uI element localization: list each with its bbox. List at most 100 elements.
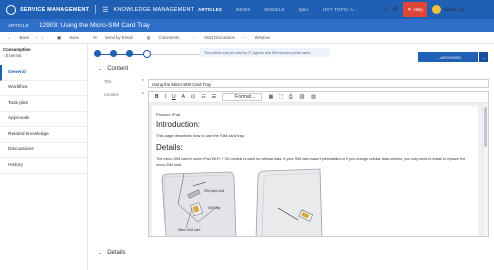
workflow-step[interactable] — [126, 50, 133, 57]
format-label: Format — [235, 94, 251, 100]
nav-qa[interactable]: Q&A — [299, 7, 309, 12]
record-toolbar: ← Back ‹ › ▣ Save ✉ Send by Email ◍ Comm… — [0, 32, 494, 44]
source-icon[interactable]: ⎙ — [289, 94, 293, 100]
picture-icon[interactable]: ▨ — [311, 94, 316, 100]
intro-text: This page describes how to use the SIM c… — [156, 133, 245, 138]
phase-action: → ARCHIVED ⌄ — [418, 52, 488, 62]
section-nav-task-plan[interactable]: Task plan — [0, 96, 87, 112]
sub-category[interactable]: › External — [3, 53, 21, 58]
record-title: 12903: Using the Micro-SIM Card Tray — [39, 22, 150, 29]
section-nav: General Workflow Task plan Approvals Rel… — [0, 65, 87, 174]
more-button[interactable]: ⋯ Window — [242, 35, 270, 41]
close-icon: ✕ — [407, 6, 412, 13]
fullscreen-icon[interactable]: ⛶ — [279, 94, 283, 100]
back-button[interactable]: ← Back — [7, 35, 29, 40]
send-email-button[interactable]: ✉ Send by Email — [86, 35, 133, 41]
comments-label: Comments — [158, 34, 180, 40]
nav-articles[interactable]: ARTICLES — [198, 7, 222, 12]
section-nav-general[interactable]: General — [0, 65, 87, 81]
intro-heading: Introduction: — [156, 120, 201, 129]
section-nav-discussions[interactable]: Discussions — [0, 143, 87, 158]
more-label: Window — [254, 34, 270, 40]
category: Consumption — [3, 47, 31, 52]
progress-fill — [96, 53, 144, 55]
image-icon[interactable]: ⊡ — [191, 94, 195, 100]
section-nav-approvals[interactable]: Approvals — [0, 112, 87, 127]
diagram-label-micro-sim: Micro-SIM card — [178, 228, 201, 232]
content-section-label: Content — [107, 66, 129, 72]
section-nav-related-knowledge[interactable]: Related knowledge — [0, 127, 87, 143]
archived-button[interactable]: → ARCHIVED — [418, 52, 478, 62]
product-line: Product: iPad — [156, 112, 181, 117]
section-nav-workflow[interactable]: Workflow — [0, 81, 87, 96]
workflow-step-current[interactable] — [143, 49, 151, 58]
workflow-step[interactable] — [110, 50, 117, 57]
save-label: Save — [69, 34, 79, 40]
content-editor[interactable]: B I U A ⊡ ☷ ☰ Format ⌄ ▦ ⛶ ⎙ ⛓ ▨ Product… — [148, 91, 489, 237]
details-section-header[interactable]: ⌄ Details — [98, 248, 126, 258]
chevron-down-icon: ⌄ — [468, 6, 473, 12]
help-label: Help — [413, 7, 423, 12]
article-page[interactable]: Product: iPad Introduction: This page de… — [152, 106, 478, 236]
archived-label: ARCHIVED — [440, 54, 461, 60]
search-icon[interactable]: ⌕ — [384, 6, 387, 13]
chevron-down-icon: ⌄ — [98, 250, 103, 256]
next-icon[interactable]: › — [42, 35, 43, 40]
start-discussion-label: Start Discussion — [204, 35, 236, 40]
start-discussion-button[interactable]: ◌ Start Discussion — [186, 35, 235, 40]
left-panel: Consumption › External General Workflow … — [0, 44, 88, 270]
editor-body[interactable]: Product: iPad Introduction: This page de… — [149, 103, 482, 236]
scrollbar-thumb[interactable] — [484, 107, 487, 147]
nav-models[interactable]: MODELS — [264, 7, 284, 12]
table-icon[interactable]: ▦ — [268, 94, 273, 100]
editor-scrollbar[interactable] — [482, 103, 488, 236]
italic-button[interactable]: I — [165, 94, 166, 100]
details-heading: Details: — [156, 143, 183, 152]
menu-icon[interactable]: ☰ — [102, 6, 108, 14]
send-email-label: Send by Email — [104, 34, 133, 40]
record-title-bar: ARTICLE 12903: Using the Micro-SIM Card … — [0, 19, 494, 32]
content-section-header[interactable]: ⌄ Content — [98, 64, 128, 74]
title-field[interactable]: Using the Micro-SIM Card Tray — [148, 79, 489, 88]
nav-news[interactable]: NEWS — [236, 7, 250, 12]
user-name: Baker, Joe — [444, 7, 466, 12]
chevron-down-icon[interactable]: ⌄ — [479, 52, 488, 62]
help-button[interactable]: ✕ Help — [403, 2, 427, 17]
diagram-label-eject-tool: SIM-eject tool — [204, 189, 225, 193]
back-label: Back — [19, 35, 30, 40]
font-color-icon[interactable]: A — [182, 94, 185, 100]
title-label: Title — [104, 79, 112, 84]
required-marker: * — [142, 79, 144, 85]
save-icon: ▣ — [56, 34, 61, 40]
workflow-step[interactable] — [94, 50, 101, 57]
app-logo-icon[interactable] — [6, 4, 16, 15]
content-label: Content — [104, 92, 119, 97]
nav-hot-topic[interactable]: HOT TOPIC A... — [323, 7, 358, 12]
avatar — [432, 5, 441, 14]
format-dropdown[interactable]: Format ⌄ — [222, 93, 263, 101]
section-nav-history[interactable]: History — [0, 158, 87, 174]
user-menu[interactable]: Baker, Joe ⌄ — [432, 0, 472, 19]
discussion-icon: ◌ — [193, 35, 196, 40]
email-icon: ✉ — [93, 34, 97, 40]
top-nav: ARTICLES NEWS MODELS Q&A HOT TOPIC A... — [198, 0, 372, 19]
details-text: The micro-SIM card in some iPad Wi-Fi + … — [156, 157, 466, 167]
link-icon[interactable]: ⛓ — [299, 94, 305, 100]
numbered-list-icon[interactable]: ☰ — [212, 94, 216, 100]
required-marker: * — [142, 92, 144, 98]
app-name[interactable]: SERVICE MANAGEMENT — [20, 7, 89, 13]
comments-button[interactable]: ◍ Comments — [140, 35, 180, 41]
visibility-notice: This article may be read by IT, Agents a… — [200, 48, 330, 57]
ipad-sim-diagram — [161, 171, 237, 236]
prev-icon[interactable]: ‹ — [36, 35, 37, 40]
settings-icon[interactable]: ⚙ — [392, 6, 397, 13]
module-name[interactable]: KNOWLEDGE MANAGEMENT — [113, 7, 194, 13]
underline-button[interactable]: U — [172, 94, 176, 100]
bullet-list-icon[interactable]: ☷ — [201, 94, 205, 100]
bold-button[interactable]: B — [155, 94, 159, 100]
diagram-label-sim-tray: SIM tray — [208, 206, 221, 210]
details-section-label: Details — [107, 250, 126, 256]
sub-category-label: External — [5, 53, 22, 58]
save-button[interactable]: ▣ Save — [50, 35, 79, 41]
ipad-closeup-diagram — [255, 168, 323, 236]
